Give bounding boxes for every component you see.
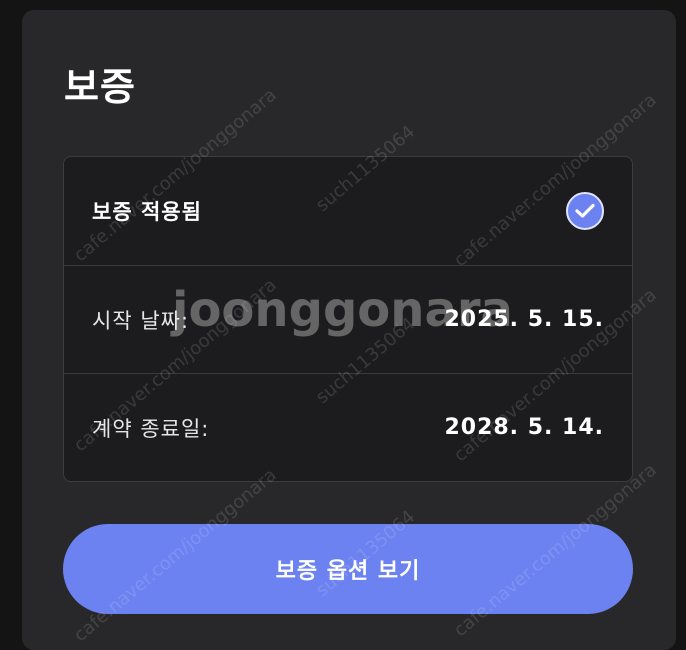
view-warranty-options-button[interactable]: 보증 옵션 보기 [63, 524, 633, 614]
end-date-value: 2028. 5. 14. [444, 415, 604, 440]
warranty-panel: 보증 보증 적용됨 시작 날짜: 2025. 5. 15. 계약 종료일: 20… [22, 10, 676, 650]
warranty-status-label: 보증 적용됨 [92, 200, 202, 224]
start-date-label: 시작 날짜: [92, 308, 190, 333]
start-date-row: 시작 날짜: 2025. 5. 15. [64, 265, 632, 373]
page-title: 보증 [64, 65, 136, 109]
end-date-label: 계약 종료일: [92, 416, 210, 441]
start-date-value: 2025. 5. 15. [444, 307, 604, 332]
end-date-row: 계약 종료일: 2028. 5. 14. [64, 373, 632, 481]
check-circle-icon [566, 192, 604, 230]
warranty-card: 보증 적용됨 시작 날짜: 2025. 5. 15. 계약 종료일: 2028.… [63, 156, 633, 482]
warranty-status-row: 보증 적용됨 [64, 157, 632, 265]
